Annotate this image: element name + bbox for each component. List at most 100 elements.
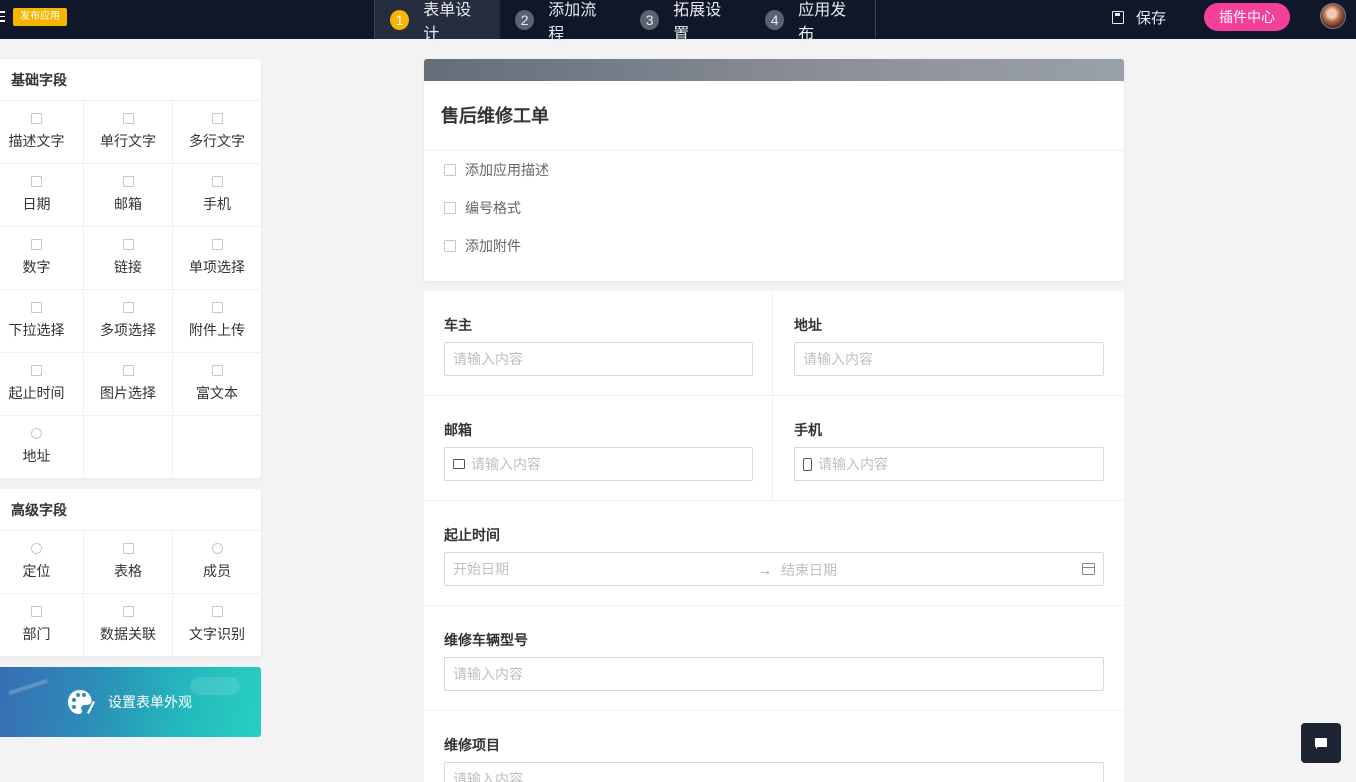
field-dropdown[interactable]: 下拉选择 [0, 290, 84, 353]
numbering-format[interactable]: 编号格式 [424, 189, 1124, 227]
save-label: 保存 [1136, 9, 1167, 27]
ocr-icon [211, 606, 223, 617]
field-single-line[interactable]: 单行文字 [84, 101, 173, 164]
field-single-choice[interactable]: 单项选择 [173, 227, 261, 290]
step-add-flow[interactable]: 2 添加流程 [500, 0, 625, 43]
user-icon [211, 543, 223, 554]
field-number[interactable]: 数字 [0, 227, 84, 290]
rich-text-icon [211, 365, 223, 376]
advanced-fields-grid: 定位 表格 成员 部门 数据关联 文字识别 [0, 531, 261, 657]
checkbox-icon [122, 302, 134, 313]
field-image-select[interactable]: 图片选择 [84, 353, 173, 416]
location-pin-icon [31, 543, 42, 554]
form-banner[interactable] [424, 59, 1124, 81]
step-number: 1 [390, 9, 410, 30]
step-label: 表单设计 [423, 1, 472, 43]
multi-line-icon [211, 113, 223, 124]
avatar[interactable] [1320, 3, 1346, 29]
field-address[interactable]: 地址 [0, 416, 84, 479]
phone-input[interactable]: 请输入内容 [794, 447, 1104, 481]
owner-input[interactable]: 请输入内容 [444, 342, 753, 376]
text-icon [31, 113, 42, 124]
publish-badge[interactable]: 发布应用 [13, 8, 67, 26]
radio-icon [211, 239, 223, 250]
end-date-input[interactable]: 结束日期 [781, 560, 837, 580]
basic-fields-grid: 描述文字 单行文字 多行文字 日期 邮箱 手机 数字 链接 单项选择 下拉选择 … [0, 101, 261, 479]
form-body: 车主 请输入内容 地址 请输入内容 邮箱 请输入内容 手机 请输入内容 起止时间… [424, 291, 1124, 782]
chat-support-button[interactable] [1301, 723, 1341, 763]
field-time-range[interactable]: 起止时间 [0, 353, 84, 416]
save-icon [1112, 10, 1124, 24]
field-label: 维修项目 [444, 737, 500, 753]
calendar-icon [1082, 563, 1095, 575]
field-location[interactable]: 定位 [0, 531, 84, 594]
field-time-range[interactable]: 起止时间 开始日期 → 结束日期 [424, 501, 1124, 606]
field-table[interactable]: 表格 [84, 531, 173, 594]
field-description-text[interactable]: 描述文字 [0, 101, 84, 164]
plugin-center-button[interactable]: 插件中心 [1204, 3, 1290, 31]
field-email[interactable]: 邮箱 [84, 164, 173, 227]
field-label: 邮箱 [444, 422, 472, 438]
location-pin-icon [31, 428, 42, 439]
step-form-design[interactable]: 1 表单设计 [375, 0, 500, 43]
image-icon [122, 365, 134, 376]
add-attachment[interactable]: 添加附件 [424, 227, 1124, 265]
field-attachment[interactable]: 附件上传 [173, 290, 261, 353]
field-department[interactable]: 部门 [0, 594, 84, 657]
single-line-icon [122, 113, 134, 124]
table-icon [122, 543, 134, 554]
field-email[interactable]: 邮箱 请输入内容 [424, 396, 773, 500]
data-link-icon [122, 606, 134, 617]
field-owner[interactable]: 车主 请输入内容 [424, 291, 773, 395]
field-vehicle-model[interactable]: 维修车辆型号 请输入内容 [424, 606, 1124, 711]
org-chart-icon [31, 606, 42, 617]
field-multi-line[interactable]: 多行文字 [173, 101, 261, 164]
field-ocr[interactable]: 文字识别 [173, 594, 261, 657]
field-phone[interactable]: 手机 请输入内容 [774, 396, 1124, 500]
save-button[interactable]: 保存 [1112, 0, 1166, 34]
add-app-description[interactable]: 添加应用描述 [424, 151, 1124, 189]
basic-fields-title: 基础字段 [0, 59, 261, 101]
field-date[interactable]: 日期 [0, 164, 84, 227]
number-format-icon [444, 202, 456, 214]
field-rich-text[interactable]: 富文本 [173, 353, 261, 416]
field-data-link[interactable]: 数据关联 [84, 594, 173, 657]
form-row: 邮箱 请输入内容 手机 请输入内容 [424, 396, 1124, 501]
field-member[interactable]: 成员 [173, 531, 261, 594]
repair-item-input[interactable]: 请输入内容 [444, 762, 1104, 782]
clock-icon [31, 365, 42, 376]
empty-cell [173, 416, 261, 479]
form-header-card: 售后维修工单 添加应用描述 编号格式 添加附件 [424, 59, 1124, 281]
envelope-icon [122, 176, 134, 187]
field-label: 维修车辆型号 [444, 632, 528, 648]
field-label: 地址 [794, 317, 822, 333]
appearance-label: 设置表单外观 [108, 694, 192, 710]
menu-icon[interactable] [0, 11, 5, 23]
palette-icon [68, 690, 95, 714]
comment-icon [444, 164, 456, 176]
address-input[interactable]: 请输入内容 [794, 342, 1104, 376]
date-range-picker[interactable]: 开始日期 → 结束日期 [444, 552, 1104, 586]
field-label: 起止时间 [444, 527, 500, 543]
dropdown-icon [31, 302, 42, 313]
step-number: 3 [640, 9, 660, 30]
field-link[interactable]: 链接 [84, 227, 173, 290]
field-phone[interactable]: 手机 [173, 164, 261, 227]
step-extension-settings[interactable]: 3 拓展设置 [625, 0, 750, 43]
field-multi-choice[interactable]: 多项选择 [84, 290, 173, 353]
field-repair-item[interactable]: 维修项目 请输入内容 [424, 711, 1124, 782]
step-label: 拓展设置 [673, 1, 722, 43]
link-icon [122, 239, 134, 250]
field-address[interactable]: 地址 请输入内容 [774, 291, 1124, 395]
field-label: 车主 [444, 317, 472, 333]
calendar-icon [31, 176, 42, 187]
start-date-input[interactable]: 开始日期 [453, 559, 509, 579]
step-number: 2 [515, 9, 535, 30]
form-title[interactable]: 售后维修工单 [424, 81, 1124, 151]
step-nav: 1 表单设计 2 添加流程 3 拓展设置 4 应用发布 [374, 0, 876, 43]
form-appearance-button[interactable]: 设置表单外观 [0, 667, 261, 737]
step-app-publish[interactable]: 4 应用发布 [750, 0, 875, 43]
email-input[interactable]: 请输入内容 [444, 447, 753, 481]
vehicle-model-input[interactable]: 请输入内容 [444, 657, 1104, 691]
step-number: 4 [765, 9, 785, 30]
